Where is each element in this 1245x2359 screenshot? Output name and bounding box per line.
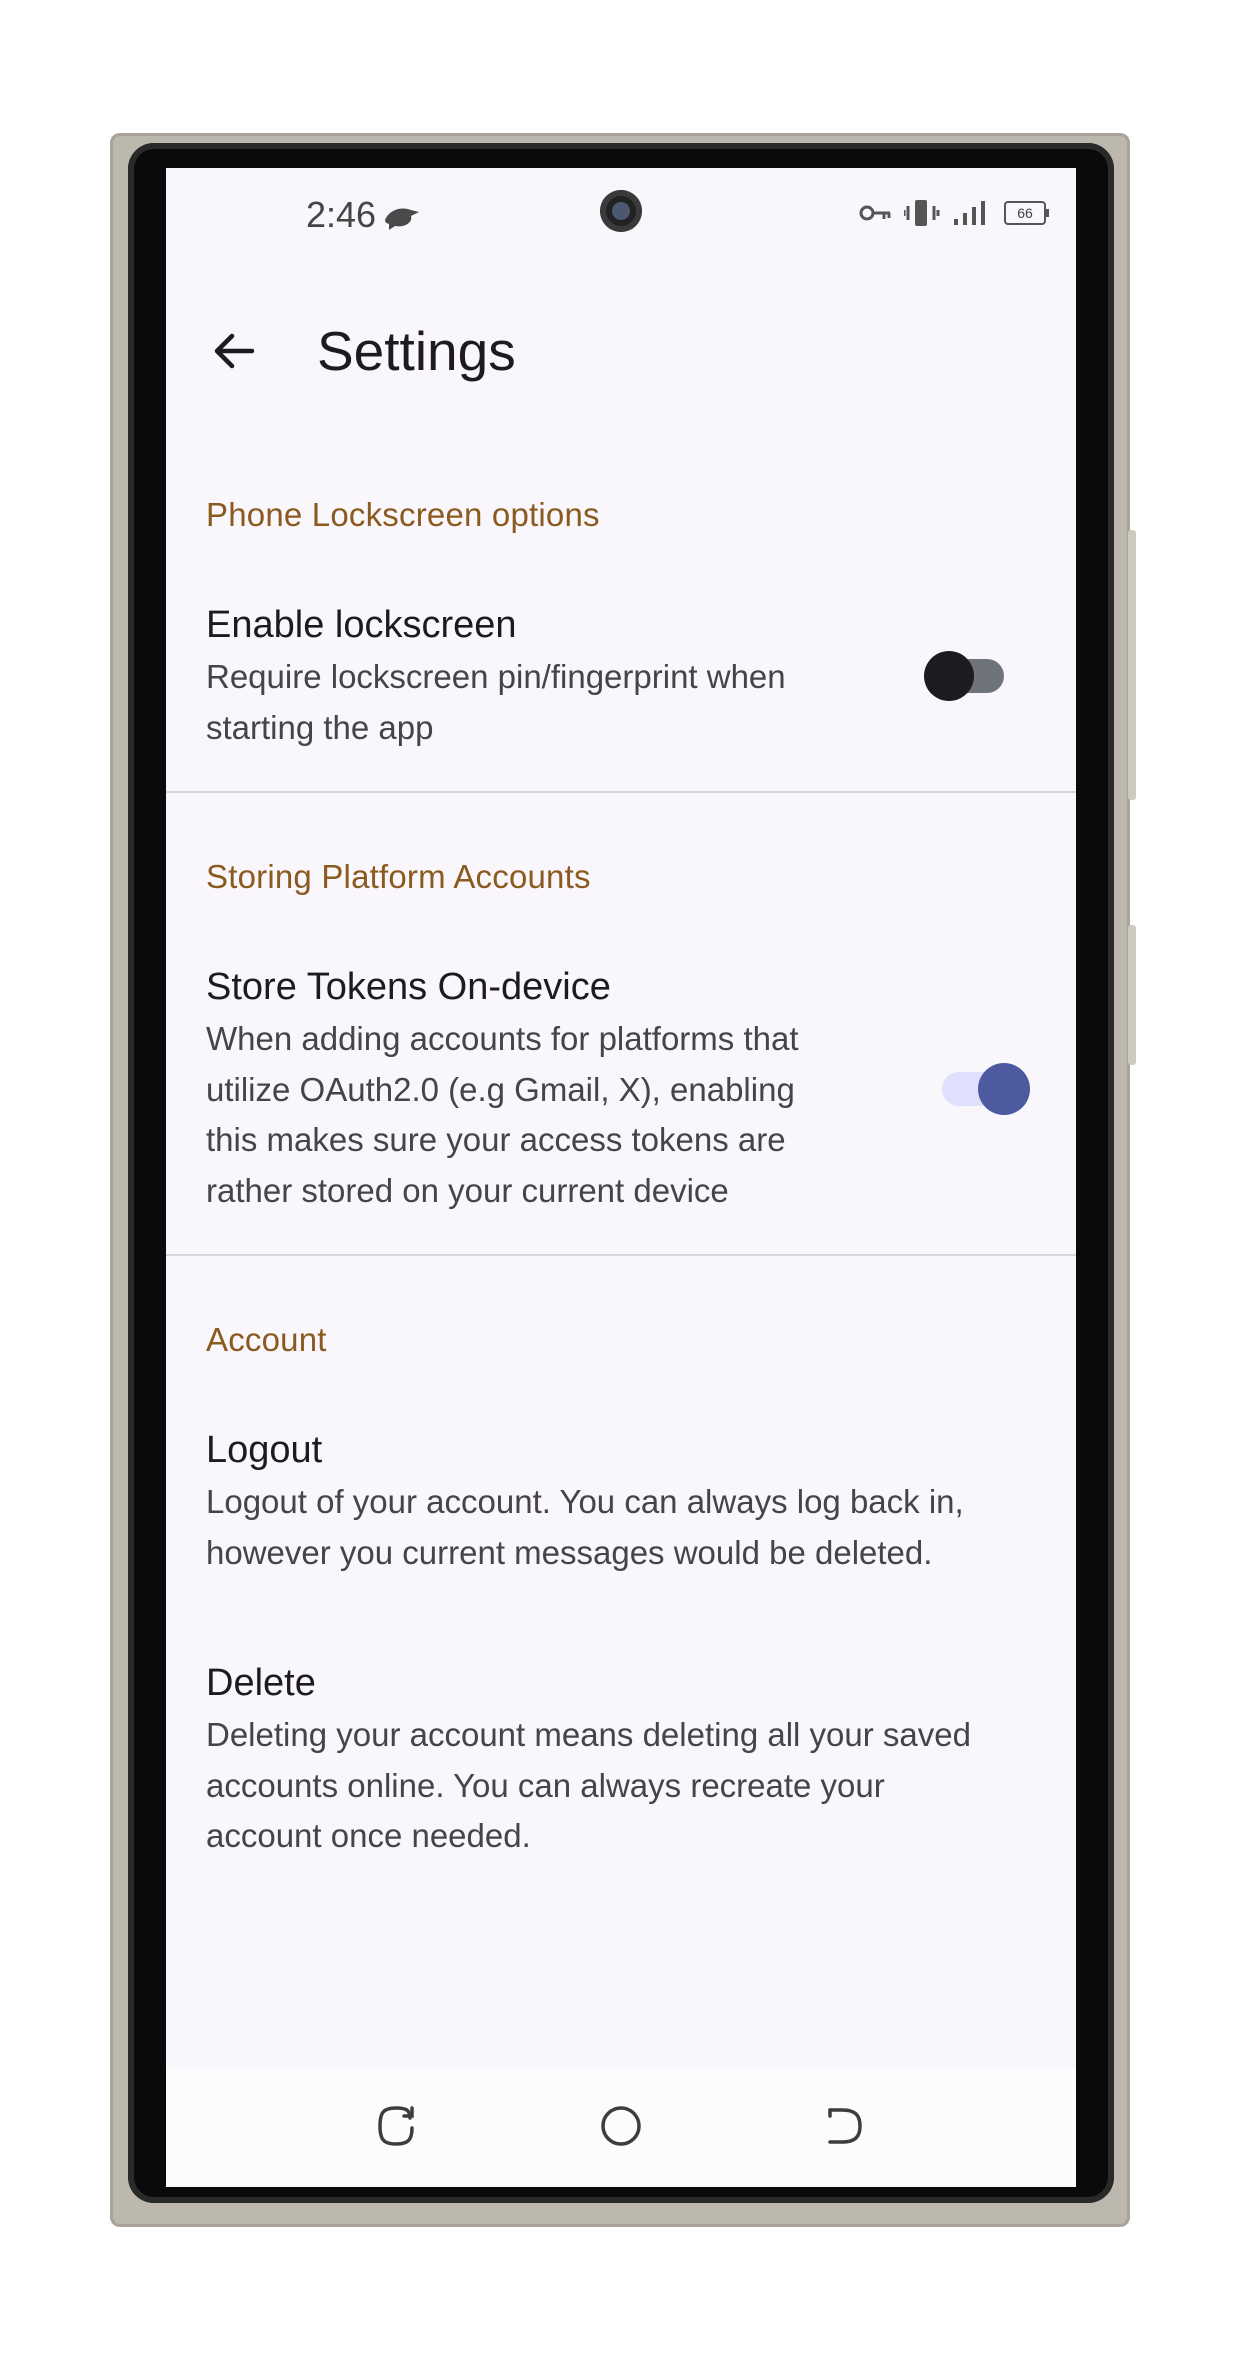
section-header-platform-accounts: Storing Platform Accounts xyxy=(206,858,591,895)
power-button xyxy=(1128,925,1136,1065)
home-icon xyxy=(601,2106,641,2146)
pref-title: Logout xyxy=(206,1429,323,1471)
pref-summary-line: however you current messages would be de… xyxy=(206,1534,933,1571)
section-header-account: Account xyxy=(206,1321,327,1358)
pref-title: Delete xyxy=(206,1662,316,1704)
status-icons: 66 xyxy=(858,198,1049,228)
divider xyxy=(166,1254,1076,1256)
pref-summary-line: account once needed. xyxy=(206,1817,531,1854)
vpn-key-icon xyxy=(859,205,891,221)
arrow-back-icon xyxy=(214,333,255,369)
navigation-bar xyxy=(166,2068,1076,2187)
status-time: 2:46 xyxy=(306,194,377,235)
front-camera xyxy=(600,190,642,232)
pref-summary-line: Require lockscreen pin/fingerprint when xyxy=(206,658,786,695)
home-button[interactable] xyxy=(591,2096,651,2156)
pref-summary-line: rather stored on your current device xyxy=(206,1172,729,1209)
signal-icon xyxy=(954,201,985,225)
pref-summary-line: When adding accounts for platforms that xyxy=(206,1020,799,1057)
pref-summary-line: Deleting your account means deleting all… xyxy=(206,1716,971,1753)
pref-title: Store Tokens On-device xyxy=(206,966,611,1008)
recents-icon xyxy=(378,2106,414,2146)
vibrate-icon xyxy=(904,200,940,226)
divider xyxy=(166,791,1076,793)
back-button[interactable] xyxy=(202,318,268,384)
pref-summary-line: starting the app xyxy=(206,709,434,746)
battery-icon: 66 xyxy=(1004,201,1049,225)
pref-summary-line: Logout of your account. You can always l… xyxy=(206,1483,964,1520)
notification-app-icon xyxy=(385,208,419,230)
phone-screen: 2:46 66 Settings Phone Lockscreen option… xyxy=(166,168,1076,2187)
pref-summary-line: this makes sure your access tokens are xyxy=(206,1121,786,1158)
page-title: Settings xyxy=(317,320,516,382)
pref-summary-line: accounts online. You can always recreate… xyxy=(206,1767,885,1804)
store-tokens-switch[interactable] xyxy=(940,1058,1036,1118)
pref-title: Enable lockscreen xyxy=(206,604,517,646)
volume-button xyxy=(1128,530,1136,800)
back-gesture-icon xyxy=(828,2108,862,2144)
recents-button[interactable] xyxy=(366,2096,426,2156)
back-nav-button[interactable] xyxy=(814,2096,874,2156)
section-header-lockscreen: Phone Lockscreen options xyxy=(206,496,600,533)
pref-summary-line: utilize OAuth2.0 (e.g Gmail, X), enablin… xyxy=(206,1071,795,1108)
lockscreen-switch[interactable] xyxy=(922,648,1008,704)
